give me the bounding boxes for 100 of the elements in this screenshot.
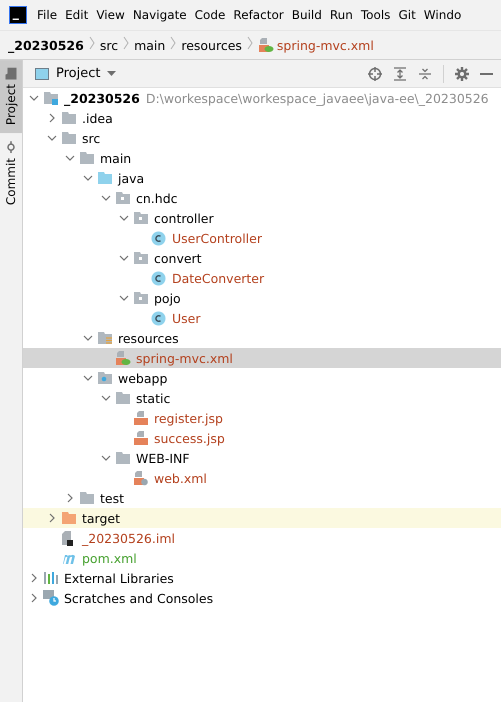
side-tab[interactable]: Commit [0,133,22,214]
jsp-file-icon [133,430,149,446]
tree-label: WEB-INF [136,450,190,466]
menu-item[interactable]: Tools [356,8,394,22]
tree-row[interactable]: test [23,488,501,508]
tree-label: static [136,390,170,406]
tree-label: .idea [82,110,113,126]
xml-file-icon [258,38,274,52]
menu-item[interactable]: Build [288,8,326,22]
collapse-all-icon[interactable] [418,66,432,80]
menu-item[interactable]: Code [190,8,230,22]
tree-row[interactable]: success.jsp [23,428,501,448]
app-logo-icon [9,6,27,24]
breadcrumb[interactable]: _20230526 [8,38,84,52]
collapse-chevron-icon[interactable] [119,293,129,303]
expand-chevron-icon[interactable] [29,573,39,583]
folder-icon [61,511,77,525]
xml-file-icon [133,470,149,486]
tree-row[interactable]: WEB-INF [23,448,501,468]
folder-icon [115,391,131,405]
breadcrumb[interactable]: spring-mvc.xml [258,38,374,52]
breadcrumb[interactable]: resources [181,38,242,52]
tree-row[interactable]: Scratches and Consoles [23,588,501,608]
collapse-chevron-icon[interactable] [65,153,75,163]
tree-row[interactable]: register.jsp [23,408,501,428]
class-icon [151,230,166,246]
breadcrumb[interactable]: src [100,38,118,52]
tree-label: webapp [118,370,168,386]
menu-item[interactable]: Windo [420,8,466,22]
menu-item[interactable]: Edit [61,8,92,22]
tree-row[interactable]: target [23,508,501,528]
collapse-chevron-icon[interactable] [47,133,57,143]
collapse-chevron-icon[interactable] [83,333,93,343]
tree-label: User [172,310,200,326]
side-tab[interactable]: Project [0,60,22,134]
package-icon [133,211,149,225]
project-view-dropdown[interactable]: Project [35,66,116,81]
tree-row[interactable]: webapp [23,368,501,388]
tree-row[interactable]: pojo [23,288,501,308]
libraries-icon [43,571,59,585]
package-icon [133,291,149,305]
expand-all-icon[interactable] [393,66,407,80]
collapse-chevron-icon[interactable] [83,173,93,183]
tree-row[interactable]: java [23,168,501,188]
minimize-icon[interactable] [480,72,493,74]
tree-label: Scratches and Consoles [64,590,214,606]
tree-label: register.jsp [154,410,223,426]
collapse-chevron-icon[interactable] [101,193,111,203]
package-icon [115,191,131,205]
folder-icon [61,111,77,125]
folder-icon [97,171,113,185]
tree-label: test [100,490,124,506]
locate-icon[interactable] [368,66,382,80]
tree-label: UserController [172,230,262,246]
tree-row[interactable]: main [23,148,501,168]
breadcrumb[interactable]: main [134,38,166,52]
window-icon [35,68,49,80]
tree-row[interactable]: src [23,128,501,148]
chevron-separator-icon [123,36,130,50]
collapse-chevron-icon[interactable] [101,453,111,463]
expand-chevron-icon[interactable] [29,593,39,603]
tree-row[interactable]: _20230526 D:\workespace\workespace_javaee\java-ee\_20230526 [23,88,501,108]
tree-row[interactable]: DateConverter [23,268,501,288]
tree-row[interactable]: static [23,388,501,408]
tree-label: spring-mvc.xml [136,350,233,366]
tree-row[interactable]: resources [23,328,501,348]
tree-row[interactable]: controller [23,208,501,228]
menu-item[interactable]: Run [326,8,357,22]
tree-row[interactable]: _20230526.iml [23,528,501,548]
module-icon [43,91,59,105]
folder-icon [115,451,131,465]
tree-label: _20230526 [64,90,140,106]
folder-icon [79,491,95,505]
tree-row[interactable]: spring-mvc.xml [23,348,501,368]
collapse-chevron-icon[interactable] [119,213,129,223]
collapse-chevron-icon[interactable] [83,373,93,383]
tree-row[interactable]: External Libraries [23,568,501,588]
web-folder-icon [97,371,113,385]
chevron-separator-icon [170,36,176,50]
expand-chevron-icon[interactable] [47,113,57,123]
tree-row[interactable]: User [23,308,501,328]
tree-row[interactable]: convert [23,248,501,268]
menu-item[interactable]: Refactor [229,8,288,22]
settings-icon[interactable] [455,66,469,80]
tree-label: controller [154,210,214,226]
collapse-chevron-icon[interactable] [101,393,111,403]
menu-item[interactable]: File [33,8,62,22]
menu-item[interactable]: Git [394,8,420,22]
chevron-separator-icon [88,36,95,50]
tree-row[interactable]: .idea [23,108,501,128]
collapse-chevron-icon[interactable] [29,93,39,103]
tree-row[interactable]: cn.hdc [23,188,501,208]
tree-row[interactable]: UserController [23,228,501,248]
menu-item[interactable]: View [92,8,129,22]
collapse-chevron-icon[interactable] [119,253,129,263]
expand-chevron-icon[interactable] [47,513,57,523]
menu-item[interactable]: Navigate [128,8,191,22]
resources-folder-icon [97,331,113,345]
tree-row[interactable]: web.xml [23,468,501,488]
expand-chevron-icon[interactable] [65,493,75,503]
